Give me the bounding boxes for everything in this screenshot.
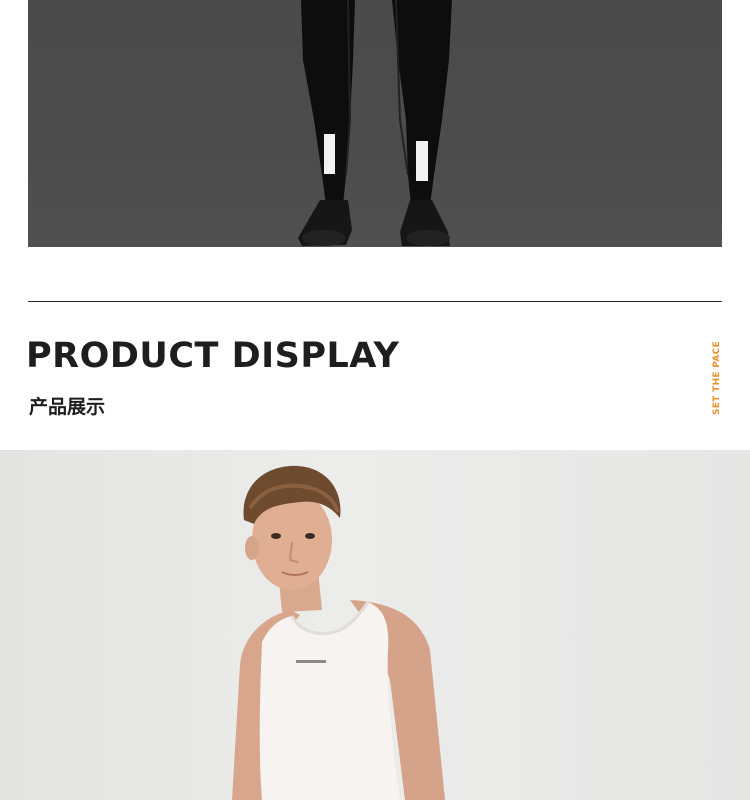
reflective-patch-right (416, 141, 428, 181)
section-divider (28, 301, 722, 302)
model-illustration (232, 465, 445, 800)
brand-tagline-text: SET THE PACE (712, 341, 722, 415)
section-title: PRODUCT DISPLAY (26, 336, 400, 376)
section-subtitle: 产品展示 (29, 396, 106, 418)
shirt-logo-mark (296, 660, 326, 663)
reflective-patch-left (324, 134, 335, 174)
brand-tagline: SET THE PACE (711, 341, 723, 415)
leg-warmers-illustration (298, 0, 452, 246)
product-photo-model (0, 450, 750, 800)
product-photo-leg-warmers (28, 0, 722, 247)
